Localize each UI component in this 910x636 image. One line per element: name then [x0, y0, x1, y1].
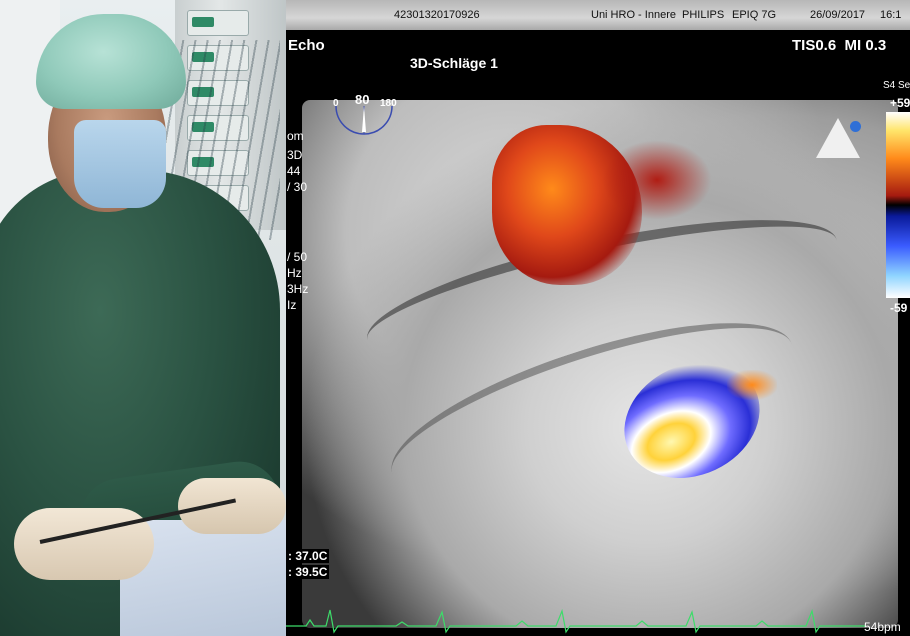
side-param: om — [287, 129, 304, 143]
time: 16:1 — [880, 9, 902, 21]
color-doppler-orange — [727, 370, 777, 400]
temperature-2: : 39.5C — [286, 565, 330, 579]
date: 26/09/2017 — [810, 9, 866, 21]
index-readout: TIS0.6 MI 0.3 — [792, 37, 886, 54]
side-param: / 50 — [287, 250, 308, 264]
probe-label: S4 Se — [883, 80, 910, 91]
tis-value: TIS0.6 — [792, 37, 837, 54]
vendor: PHILIPS — [682, 9, 725, 21]
temperature-1: : 37.0C — [286, 549, 330, 563]
echo-display: 42301320170926 Uni HRO - Innere PHILIPS … — [286, 0, 910, 636]
side-param: 3D — [287, 148, 303, 162]
gloved-hand-left — [14, 508, 154, 580]
dial-max: 180 — [380, 98, 397, 109]
side-param: / 30 — [287, 180, 308, 194]
side-param: Iz — [287, 298, 297, 312]
scale-high: +59 — [890, 96, 910, 110]
side-param: Hz — [287, 266, 302, 280]
model: EPIQ 7G — [732, 9, 777, 21]
patient-id: 42301320170926 — [394, 9, 480, 21]
orientation-dot-icon — [850, 121, 861, 132]
scale-low: -59 — [890, 301, 908, 315]
ecg-trace — [286, 608, 866, 634]
image-title: 3D-Schläge 1 — [410, 55, 498, 71]
side-param: 3Hz — [287, 282, 309, 296]
mode-label: Echo — [288, 37, 325, 54]
dial-value: 80 — [355, 92, 370, 107]
side-param: 44 — [287, 164, 301, 178]
surgical-mask — [74, 120, 166, 208]
3d-volume-render — [302, 100, 898, 628]
info-bar: 42301320170926 Uni HRO - Innere PHILIPS … — [286, 0, 910, 30]
institution: Uni HRO - Innere — [591, 9, 676, 21]
color-doppler-red — [602, 140, 712, 220]
dial-min: 0 — [333, 98, 339, 109]
mi-value: MI 0.3 — [844, 37, 887, 54]
clinician-photo — [0, 0, 286, 636]
color-velocity-scale — [886, 112, 910, 298]
heart-rate: 54bpm — [864, 620, 901, 634]
